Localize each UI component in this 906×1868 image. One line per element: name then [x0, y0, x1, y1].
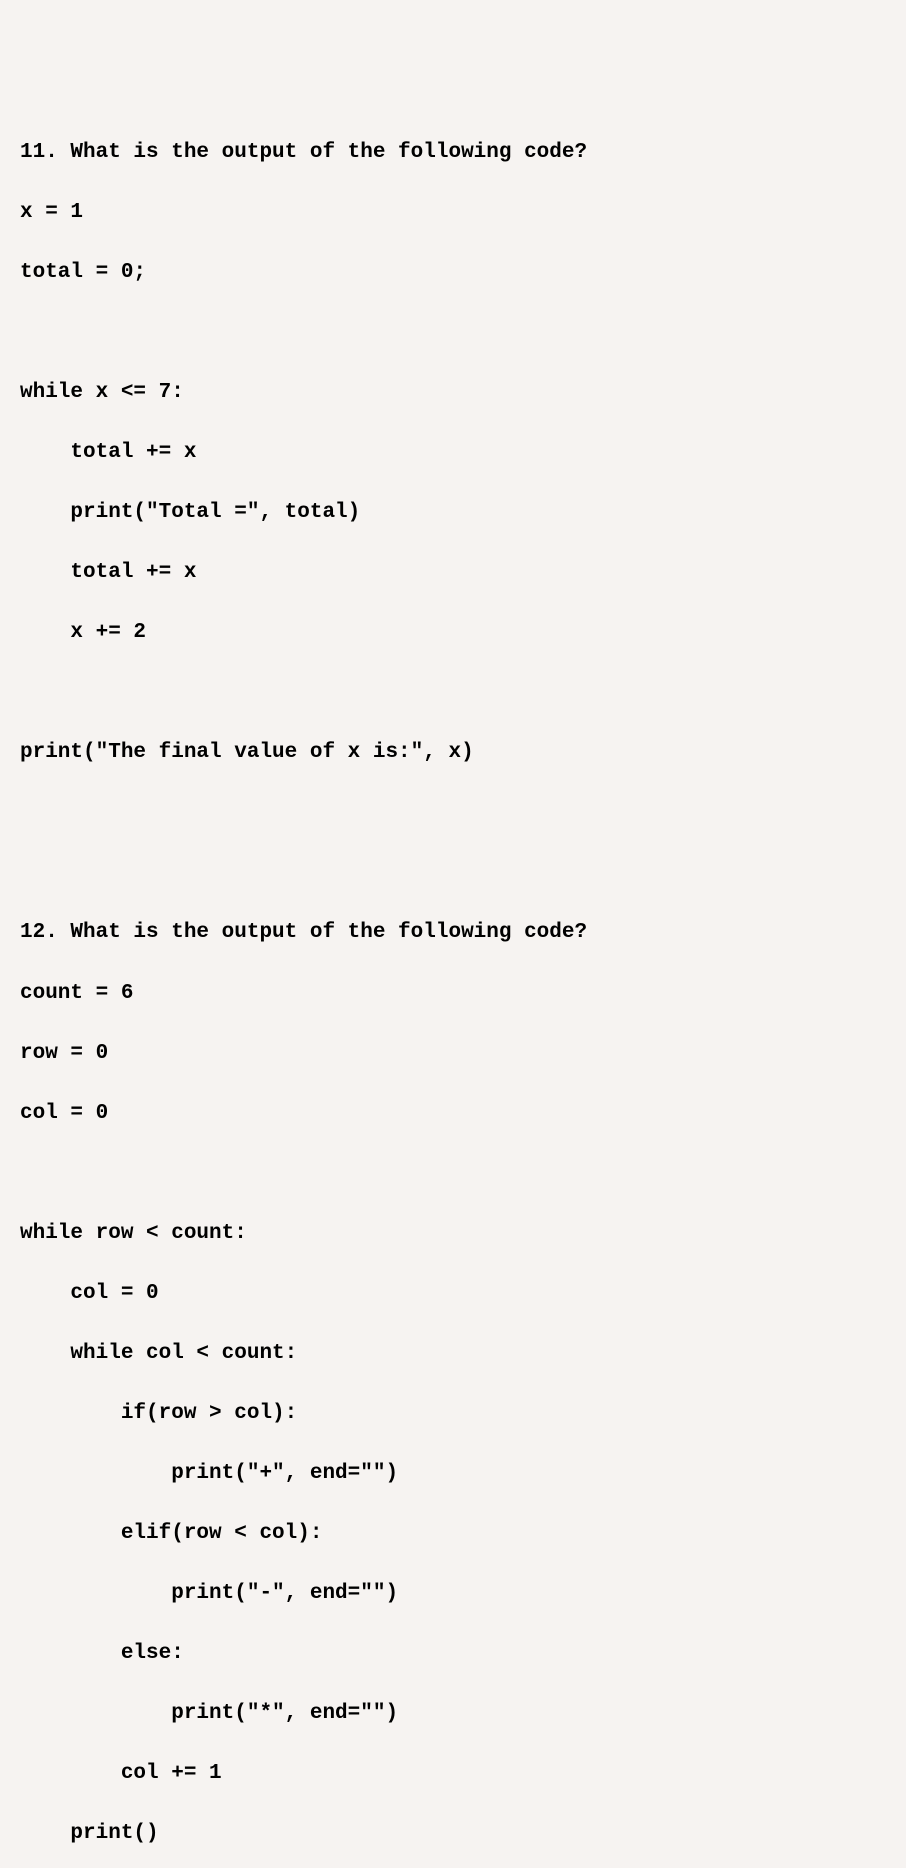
code-line: else:	[20, 1639, 886, 1669]
code-line: while col < count:	[20, 1339, 886, 1369]
code-line: while x <= 7:	[20, 378, 886, 408]
code-line: col += 1	[20, 1759, 886, 1789]
code-line	[20, 858, 886, 888]
code-line: total += x	[20, 558, 886, 588]
code-line: total = 0;	[20, 258, 886, 288]
code-line: 12. What is the output of the following …	[20, 918, 886, 948]
code-line: 11. What is the output of the following …	[20, 138, 886, 168]
code-line: elif(row < col):	[20, 1519, 886, 1549]
code-line: x = 1	[20, 198, 886, 228]
code-line	[20, 798, 886, 828]
code-line: print()	[20, 1819, 886, 1849]
code-line: print("Total =", total)	[20, 498, 886, 528]
code-line: while row < count:	[20, 1219, 886, 1249]
code-line: x += 2	[20, 618, 886, 648]
code-line: count = 6	[20, 979, 886, 1009]
code-line: col = 0	[20, 1279, 886, 1309]
code-line: print("The final value of x is:", x)	[20, 738, 886, 768]
code-line	[20, 678, 886, 708]
code-line	[20, 318, 886, 348]
code-line: col = 0	[20, 1099, 886, 1129]
code-line	[20, 1159, 886, 1189]
code-line: total += x	[20, 438, 886, 468]
code-line: print("+", end="")	[20, 1459, 886, 1489]
code-line: row = 0	[20, 1039, 886, 1069]
code-line: print("*", end="")	[20, 1699, 886, 1729]
code-line: if(row > col):	[20, 1399, 886, 1429]
code-line: print("-", end="")	[20, 1579, 886, 1609]
